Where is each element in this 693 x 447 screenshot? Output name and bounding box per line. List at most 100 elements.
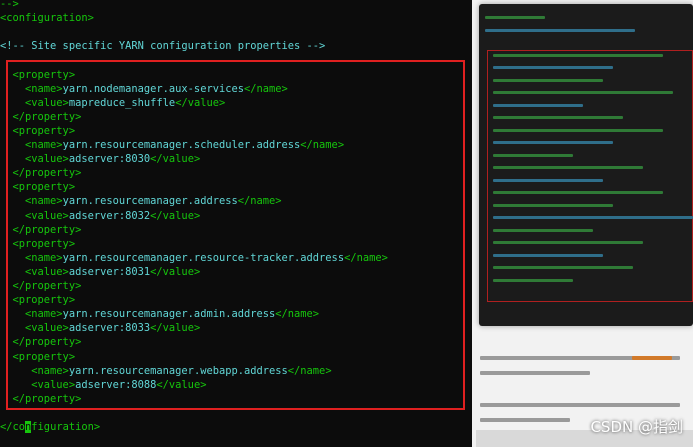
terminal-line: <name>yarn.nodemanager.aux-services</nam… bbox=[0, 82, 288, 96]
code-token: </value> bbox=[150, 153, 201, 166]
blurred-code-line bbox=[493, 228, 593, 232]
code-token: </name> bbox=[237, 195, 282, 208]
code-token: yarn.resourcemanager.scheduler.address bbox=[62, 139, 301, 151]
code-token: <property> bbox=[0, 124, 76, 137]
terminal-line: --> bbox=[0, 0, 19, 11]
code-token: <property> bbox=[0, 350, 76, 363]
blurred-code-line bbox=[493, 216, 693, 219]
terminal-line: <value>adserver:8032</value> bbox=[0, 209, 200, 223]
code-token: </property> bbox=[0, 167, 82, 180]
blurred-code-line bbox=[493, 116, 623, 119]
code-token: adserver:8033 bbox=[68, 322, 151, 335]
blurred-text-line bbox=[480, 403, 680, 407]
terminal-line: </property> bbox=[0, 279, 82, 293]
terminal-line: </property> bbox=[0, 166, 82, 180]
blurred-text-line bbox=[480, 371, 590, 375]
code-token: yarn.resourcemanager.address bbox=[62, 195, 238, 208]
code-token: </name> bbox=[300, 139, 345, 151]
code-token: yarn.resourcemanager.resource-tracker.ad… bbox=[62, 251, 345, 264]
blurred-code-line bbox=[493, 128, 663, 132]
code-token: <property> bbox=[0, 294, 76, 307]
code-token: </value> bbox=[175, 96, 226, 109]
terminal-line: <property> bbox=[0, 293, 76, 307]
terminal-line: <name>yarn.resourcemanager.scheduler.add… bbox=[0, 138, 344, 152]
blurred-code-line bbox=[493, 253, 603, 257]
terminal-line: <name>yarn.resourcemanager.address</name… bbox=[0, 194, 282, 208]
blurred-code-line bbox=[493, 166, 643, 169]
terminal-line: <property> bbox=[0, 68, 76, 82]
blurred-code-line bbox=[493, 241, 643, 244]
code-token: yarn.resourcemanager.admin.address bbox=[62, 308, 276, 321]
code-token: </value> bbox=[150, 265, 201, 278]
blurred-code-line bbox=[493, 66, 613, 69]
code-token: </value> bbox=[156, 378, 207, 391]
terminal-line: </property> bbox=[0, 335, 82, 349]
blurred-code-line bbox=[493, 191, 663, 194]
terminal-line: </property> bbox=[0, 223, 82, 237]
blurred-code-line bbox=[493, 266, 633, 269]
code-token: <value> bbox=[0, 378, 76, 391]
blurred-code-line bbox=[485, 28, 635, 32]
code-token: <value> bbox=[0, 322, 69, 335]
blurred-code-line bbox=[493, 53, 663, 57]
terminal-line: </property> bbox=[0, 110, 82, 124]
background-document bbox=[472, 0, 693, 447]
terminal-line: <!-- Site specific YARN configuration pr… bbox=[0, 39, 325, 53]
terminal-line: <name>yarn.resourcemanager.webapp.addres… bbox=[0, 364, 332, 378]
code-token: </name> bbox=[243, 82, 288, 95]
reference-screenshot-thumbnail bbox=[479, 4, 693, 326]
terminal-line: <property> bbox=[0, 180, 76, 194]
code-token: </value> bbox=[150, 322, 201, 335]
terminal-line: <property> bbox=[0, 237, 76, 251]
code-token: <name> bbox=[0, 364, 69, 377]
blurred-code-line bbox=[493, 278, 573, 282]
code-token: adserver:8031 bbox=[68, 265, 151, 278]
terminal-line: </property> bbox=[0, 392, 82, 406]
code-token: <value> bbox=[0, 153, 69, 166]
watermark: CSDN @指剑 bbox=[590, 418, 683, 436]
code-token: mapreduce_shuffle bbox=[68, 96, 176, 109]
code-token: <name> bbox=[0, 195, 63, 208]
blurred-code-line bbox=[493, 203, 613, 207]
code-token: adserver:8030 bbox=[68, 153, 151, 166]
terminal-line: <value>adserver:8031</value> bbox=[0, 265, 200, 279]
code-token: <value> bbox=[0, 209, 69, 222]
code-token: yarn.nodemanager.aux-services bbox=[62, 82, 244, 95]
code-token: </name> bbox=[344, 251, 388, 264]
blurred-code-line bbox=[493, 153, 573, 157]
blurred-code-line bbox=[493, 141, 613, 144]
code-token: <value> bbox=[0, 265, 69, 278]
code-token: <value> bbox=[0, 96, 69, 109]
code-token: <name> bbox=[0, 139, 63, 151]
code-token: adserver:8088 bbox=[75, 378, 157, 391]
code-token: <configuration> bbox=[0, 12, 94, 25]
code-token: <property> bbox=[0, 68, 76, 81]
blurred-text-line bbox=[480, 418, 570, 422]
code-token: </co bbox=[0, 421, 26, 433]
code-token: </property> bbox=[0, 336, 82, 349]
code-token: yarn.resourcemanager.webapp.address bbox=[68, 364, 288, 377]
terminal-line: </configuration> bbox=[0, 420, 100, 434]
code-token: </property> bbox=[0, 110, 82, 123]
reference-highlight-box bbox=[487, 50, 693, 302]
terminal-line: <value>adserver:8030</value> bbox=[0, 152, 200, 166]
blurred-code-line bbox=[493, 103, 583, 107]
terminal-line: <property> bbox=[0, 350, 76, 364]
blurred-code-line bbox=[493, 78, 603, 82]
terminal-line: <configuration> bbox=[0, 11, 94, 25]
code-token: </property> bbox=[0, 223, 82, 236]
code-token: </property> bbox=[0, 280, 82, 292]
code-token: <!-- Site specific YARN configuration pr… bbox=[0, 40, 326, 53]
blurred-code-line bbox=[493, 91, 673, 94]
code-token: adserver:8032 bbox=[68, 209, 151, 222]
blurred-code-line bbox=[493, 178, 603, 182]
code-token: figuration> bbox=[31, 421, 101, 433]
terminal-window[interactable]: --> <configuration> <!-- Site specific YAR… bbox=[0, 0, 472, 447]
code-token: --> bbox=[0, 0, 19, 10]
code-token: </property> bbox=[0, 392, 82, 405]
code-token: <name> bbox=[0, 251, 63, 264]
blurred-highlight bbox=[632, 356, 672, 360]
blurred-code-line bbox=[485, 16, 545, 19]
code-token: </name> bbox=[287, 364, 332, 377]
code-token: <name> bbox=[0, 82, 63, 95]
